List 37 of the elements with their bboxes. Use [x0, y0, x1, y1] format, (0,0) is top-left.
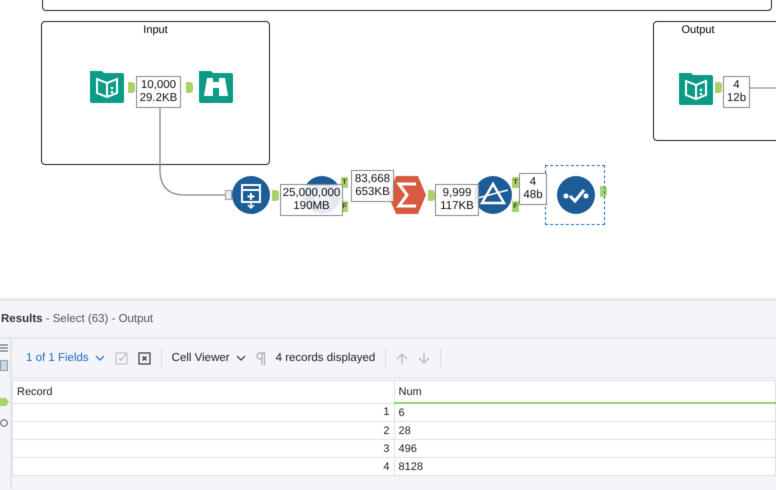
pilcrow-icon[interactable] — [256, 352, 266, 364]
table-cell: 496 — [394, 440, 776, 458]
checkmark-icon — [557, 176, 595, 214]
input-anchor[interactable] — [225, 190, 232, 200]
record-count-badge: 10,000 29.2KB — [136, 76, 181, 108]
record-count-badge: 4 12b — [723, 76, 750, 108]
table-cell: 28 — [394, 422, 776, 440]
record-count-badge: 9,999 117KB — [435, 184, 479, 216]
panel-title: Results - Select (63) - Output — [1, 313, 154, 325]
checkbox-icon[interactable] — [114, 352, 128, 364]
caret-icon — [94, 355, 105, 361]
caret-icon — [236, 355, 246, 361]
column-header[interactable]: Num — [394, 380, 776, 403]
table-view-icon[interactable] — [0, 360, 8, 371]
table-cell: 1 — [12, 403, 394, 422]
up-arrow-icon[interactable] — [396, 352, 408, 364]
container-title: Input — [143, 24, 168, 37]
info-icon[interactable] — [0, 419, 8, 427]
cell-viewer-dropdown[interactable]: Cell Viewer — [172, 352, 246, 364]
record-count-badge: 25,000,000 190MB — [280, 184, 343, 216]
menu-icon[interactable] — [0, 344, 8, 352]
table-cell: 4 — [12, 458, 394, 476]
record-count-badge: 83,668 653KB — [351, 170, 394, 202]
table-cell: 3 — [12, 440, 394, 458]
connection-anchor[interactable] — [600, 186, 607, 197]
table-cell: 6 — [394, 403, 776, 422]
record-count-text: 4 records displayed — [276, 352, 376, 364]
connector-line — [750, 87, 776, 89]
record-count-badge: 4 48b — [519, 173, 547, 205]
table-cell: 2 — [12, 422, 394, 440]
close-icon[interactable] — [138, 352, 151, 364]
fields-dropdown[interactable]: 1 of 1 Fields — [26, 352, 105, 364]
container-title: Output — [681, 24, 715, 37]
hexagon-icon[interactable] — [0, 396, 9, 408]
table-cell: 8128 — [394, 458, 776, 476]
column-header[interactable]: Record — [12, 380, 394, 403]
down-arrow-icon[interactable] — [418, 352, 430, 364]
